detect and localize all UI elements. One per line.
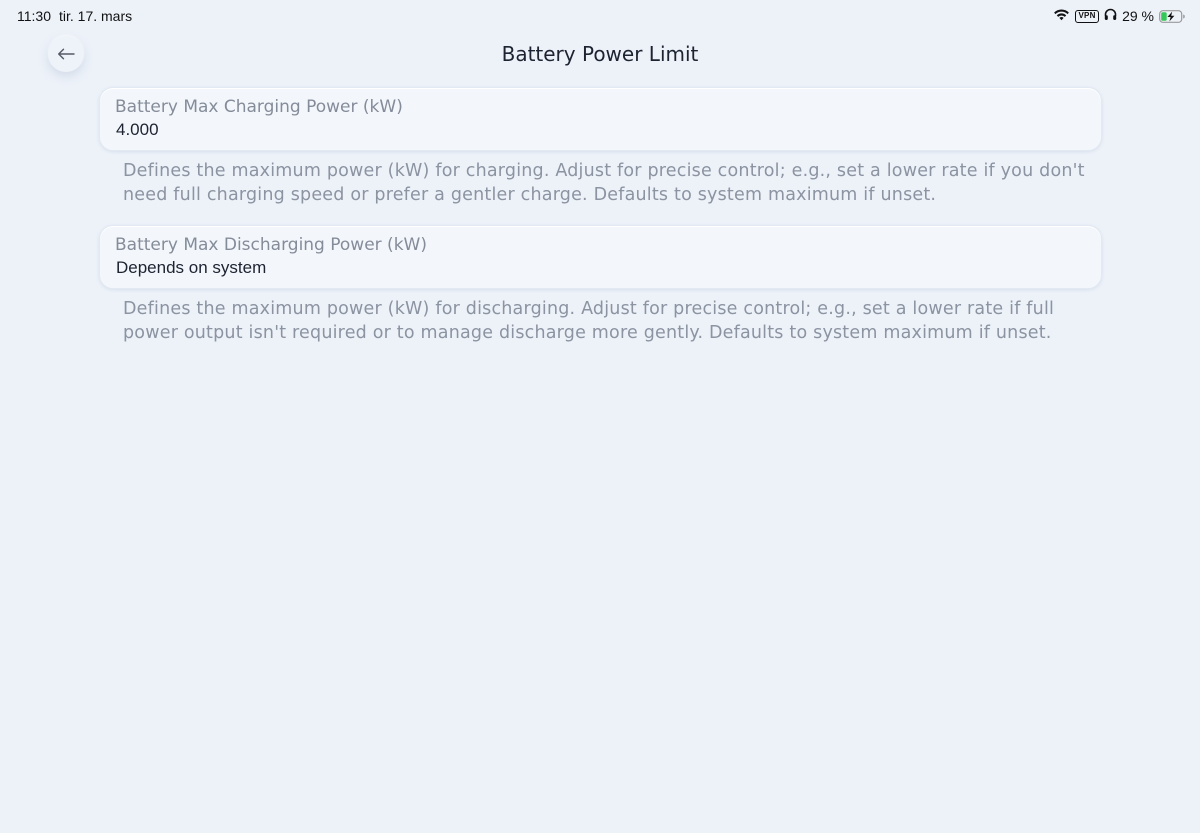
max-discharging-power-helper: Defines the maximum power (kW) for disch… [123,299,1055,343]
battery-percent: 29 % [1122,8,1154,24]
max-discharging-power-label: Battery Max Discharging Power (kW) [115,235,427,255]
vpn-badge: VPN [1075,9,1100,23]
wifi-icon [1053,8,1070,24]
max-discharging-power-field[interactable]: Battery Max Discharging Power (kW) [99,225,1102,289]
max-charging-power-label: Battery Max Charging Power (kW) [115,97,403,117]
status-date: tir. 17. mars [59,8,133,24]
headphones-icon [1104,8,1117,24]
status-bar: 11:30 tir. 17. mars VPN 29 % [0,0,1200,34]
max-charging-power-field[interactable]: Battery Max Charging Power (kW) [99,87,1102,151]
status-right: VPN 29 % [1053,7,1186,25]
status-left: 11:30 tir. 17. mars [17,8,132,24]
max-charging-power-helper: Defines the maximum power (kW) for charg… [123,161,1085,205]
max-discharging-power-input[interactable] [116,258,1016,278]
status-time: 11:30 [17,8,51,24]
max-charging-power-input[interactable] [116,120,1016,140]
battery-charging-icon [1159,9,1186,23]
page-title: Battery Power Limit [501,42,699,66]
